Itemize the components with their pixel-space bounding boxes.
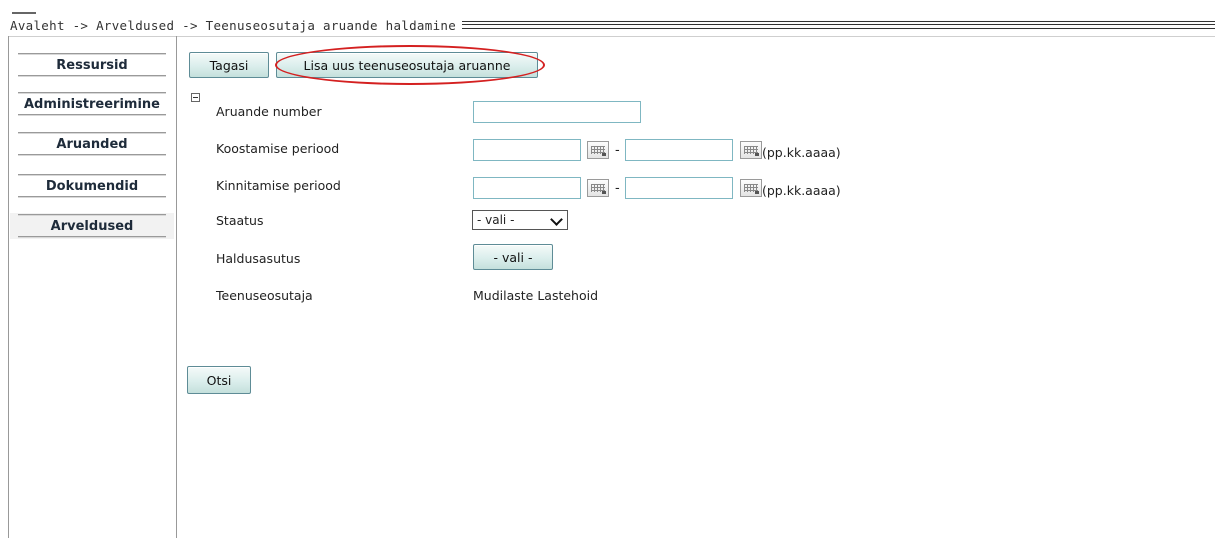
sidebar-item-label: Arveldused [50,218,134,234]
frame-top-line [8,36,1215,37]
confirm-period-separator: - [615,181,620,196]
search-button[interactable]: Otsi [187,366,251,394]
admin-authority-select-button[interactable]: - vali - [473,244,553,270]
calendar-icon[interactable] [587,179,609,197]
sidebar-item-label: Ressursid [56,57,128,73]
report-number-input[interactable] [473,101,641,123]
collapse-icon[interactable] [191,93,200,102]
status-select[interactable]: - vali - [472,210,568,230]
breadcrumb-header: Avaleht -> Arveldused -> Teenuseosutaja … [8,16,1215,34]
sidebar-item-ressursid[interactable]: Ressursid [10,52,174,78]
sidebar-item-administreerimine[interactable]: Administreerimine [10,91,174,117]
compile-period-label: Koostamise periood [216,141,340,156]
admin-authority-label: Haldusasutus [216,251,301,266]
calendar-icon[interactable] [587,141,609,159]
breadcrumb: Avaleht -> Arveldused -> Teenuseosutaja … [8,17,463,33]
status-label: Staatus [216,213,264,228]
compile-period-from-input[interactable] [473,139,581,161]
top-left-line [12,12,36,14]
sidebar-item-label: Aruanded [56,136,128,152]
confirm-period-to-input[interactable] [625,177,733,199]
service-provider-value: Mudilaste Lastehoid [473,288,599,303]
header-rule [462,21,1215,29]
sidebar-item-label: Dokumendid [45,178,139,194]
add-report-button[interactable]: Lisa uus teenuseosutaja aruanne [276,52,538,78]
compile-period-to-input[interactable] [625,139,733,161]
calendar-icon[interactable] [740,179,762,197]
sidebar-item-dokumendid[interactable]: Dokumendid [10,173,174,199]
chevron-down-icon [550,213,563,226]
sidebar-item-aruanded[interactable]: Aruanded [10,131,174,157]
date-format-hint: (pp.kk.aaaa) [762,145,841,160]
sidebar-item-arveldused[interactable]: Arveldused [10,213,174,239]
back-button[interactable]: Tagasi [189,52,269,78]
service-provider-label: Teenuseosutaja [216,288,313,303]
confirm-period-from-input[interactable] [473,177,581,199]
compile-period-separator: - [615,143,620,158]
date-format-hint: (pp.kk.aaaa) [762,183,841,198]
sidebar-divider [176,36,177,538]
report-number-label: Aruande number [216,104,322,119]
frame-left-line [8,36,9,538]
status-selected-value: - vali - [477,213,515,227]
calendar-icon[interactable] [740,141,762,159]
sidebar-item-label: Administreerimine [23,96,161,112]
confirm-period-label: Kinnitamise periood [216,178,341,193]
